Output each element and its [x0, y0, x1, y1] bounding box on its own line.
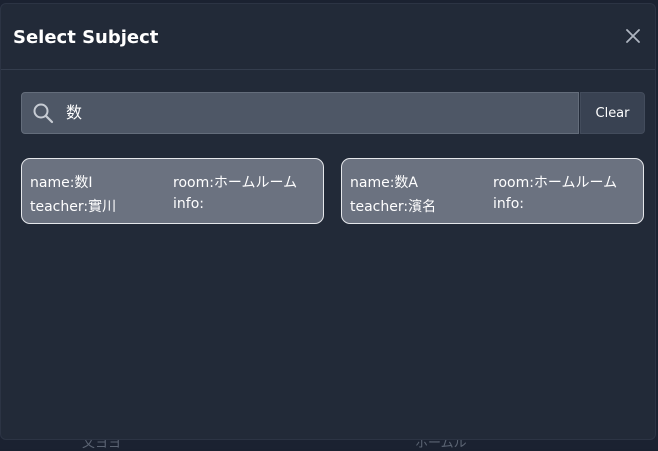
subject-info: info:: [173, 196, 204, 212]
subject-card[interactable]: name:数Ⅰ room:ホームルーム teacher:實川 info:: [21, 158, 324, 224]
subject-name: name:数Ⅰ: [30, 175, 93, 191]
search-input[interactable]: [66, 93, 566, 133]
subject-room: room:ホームルーム: [493, 175, 618, 191]
subject-info: info:: [493, 196, 524, 212]
search-row: Clear: [21, 92, 645, 134]
clear-button[interactable]: Clear: [580, 92, 645, 134]
dialog-header: Select Subject: [1, 4, 655, 70]
dialog-title: Select Subject: [13, 27, 159, 48]
subject-name: name:数A: [350, 175, 418, 191]
search-field[interactable]: [21, 92, 579, 134]
close-icon: [626, 29, 640, 43]
close-button[interactable]: [621, 24, 645, 48]
subject-teacher: teacher:濱名: [350, 199, 437, 215]
subject-card[interactable]: name:数A room:ホームルーム teacher:濱名 info:: [341, 158, 644, 224]
subject-room: room:ホームルーム: [173, 175, 298, 191]
search-icon: [33, 103, 54, 124]
subject-teacher: teacher:實川: [30, 199, 117, 215]
